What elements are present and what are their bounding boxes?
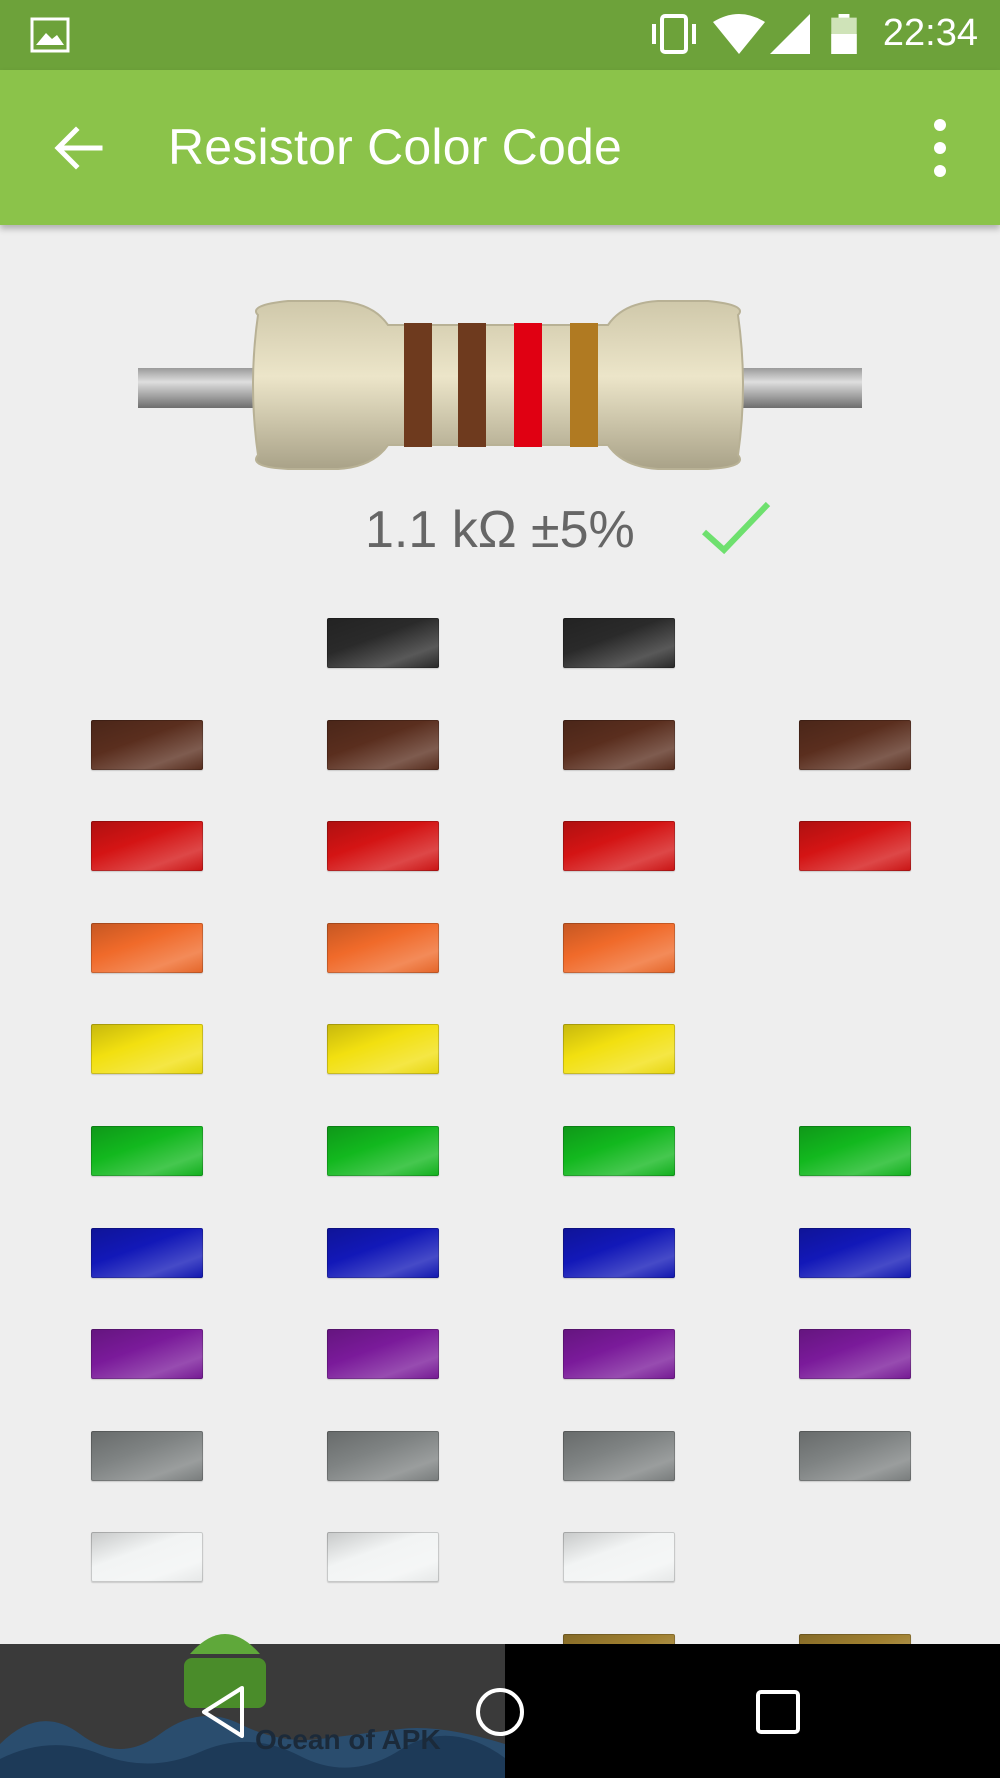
more-vert-icon[interactable]	[920, 115, 960, 181]
check-icon	[701, 501, 771, 555]
swatch-band-1-grey[interactable]	[91, 1431, 203, 1481]
swatch-tolerance-green[interactable]	[799, 1126, 911, 1176]
band-4	[570, 323, 598, 447]
swatch-multiplier-white[interactable]	[563, 1532, 675, 1582]
swatch-band-2-violet[interactable]	[327, 1329, 439, 1379]
swatch-band-1-green[interactable]	[91, 1126, 203, 1176]
band-2	[458, 323, 486, 447]
swatch-band-1-blue[interactable]	[91, 1228, 203, 1278]
arrow-back-icon[interactable]	[50, 120, 106, 176]
swatch-multiplier-red[interactable]	[563, 821, 675, 871]
nav-recents-icon[interactable]	[750, 1684, 806, 1740]
swatch-band-2-grey[interactable]	[327, 1431, 439, 1481]
swatch-band-1-violet[interactable]	[91, 1329, 203, 1379]
swatch-multiplier-orange[interactable]	[563, 923, 675, 973]
nav-back-icon[interactable]	[196, 1684, 252, 1740]
swatch-multiplier-grey[interactable]	[563, 1431, 675, 1481]
swatch-tolerance-grey[interactable]	[799, 1431, 911, 1481]
resistor-image	[138, 300, 862, 470]
swatch-band-2-yellow[interactable]	[327, 1024, 439, 1074]
swatch-band-2-blue[interactable]	[327, 1228, 439, 1278]
resistance-value: 1.1 kΩ ±5%	[365, 501, 635, 559]
band-3	[514, 323, 542, 447]
image-icon	[30, 17, 70, 53]
signal-icon	[770, 14, 810, 54]
app-bar: Resistor Color Code	[0, 70, 1000, 225]
swatch-multiplier-violet[interactable]	[563, 1329, 675, 1379]
swatch-band-1-orange[interactable]	[91, 923, 203, 973]
swatch-tolerance-blue[interactable]	[799, 1228, 911, 1278]
swatch-band-2-white[interactable]	[327, 1532, 439, 1582]
swatch-tolerance-brown[interactable]	[799, 720, 911, 770]
swatch-band-2-brown[interactable]	[327, 720, 439, 770]
swatch-tolerance-violet[interactable]	[799, 1329, 911, 1379]
swatch-band-2-green[interactable]	[327, 1126, 439, 1176]
watermark-overlay: Ocean of APK	[0, 1634, 505, 1778]
swatch-multiplier-brown[interactable]	[563, 720, 675, 770]
swatch-multiplier-yellow[interactable]	[563, 1024, 675, 1074]
watermark-text: Ocean of APK	[255, 1724, 441, 1755]
navigation-bar: Ocean of APK	[0, 1634, 1000, 1778]
vibrate-icon	[652, 14, 696, 54]
page-title: Resistor Color Code	[168, 119, 622, 175]
swatch-tolerance-red[interactable]	[799, 821, 911, 871]
nav-home-icon[interactable]	[472, 1684, 528, 1740]
swatch-band-2-red[interactable]	[327, 821, 439, 871]
swatch-band-2-orange[interactable]	[327, 923, 439, 973]
band-1	[404, 323, 432, 447]
swatch-band-1-red[interactable]	[91, 821, 203, 871]
status-time: 22:34	[882, 12, 978, 54]
swatch-band-2-black[interactable]	[327, 618, 439, 668]
value-row: 1.1 kΩ ±5%	[0, 500, 1000, 580]
swatch-band-1-white[interactable]	[91, 1532, 203, 1582]
battery-icon	[831, 14, 857, 54]
swatch-band-1-yellow[interactable]	[91, 1024, 203, 1074]
swatch-multiplier-black[interactable]	[563, 618, 675, 668]
status-bar: 22:34	[0, 0, 1000, 70]
wifi-icon	[713, 14, 765, 54]
swatch-multiplier-blue[interactable]	[563, 1228, 675, 1278]
swatch-multiplier-green[interactable]	[563, 1126, 675, 1176]
swatch-band-1-brown[interactable]	[91, 720, 203, 770]
